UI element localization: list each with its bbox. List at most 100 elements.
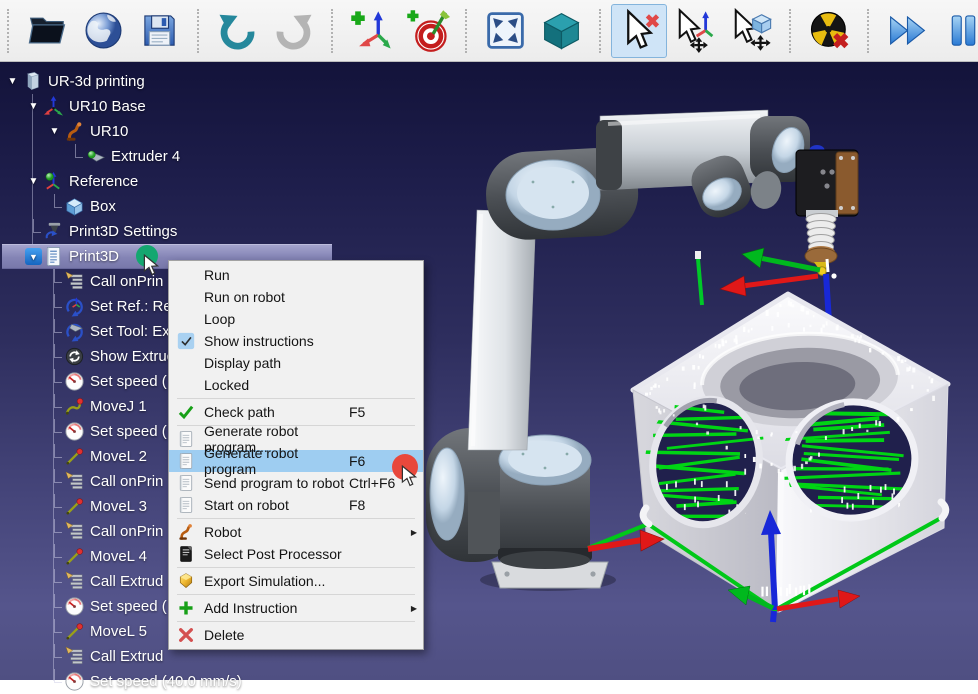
redo-icon (271, 8, 316, 53)
robot-lower-arm (468, 210, 536, 450)
menu-item-check-path[interactable]: Check pathF5 (169, 401, 423, 423)
checkmark-icon (173, 331, 199, 351)
tree-connector (67, 144, 84, 169)
tree-item-label: Set speed (40.0 mm/s) (90, 673, 242, 690)
corner-z-axis (771, 532, 775, 610)
tree-item-label: Call onPrin (90, 523, 163, 540)
menu-item-label: Export Simulation... (199, 573, 349, 589)
tree-item-label: UR10 Base (69, 98, 146, 115)
pause-button[interactable] (935, 4, 978, 58)
call-icon (64, 471, 85, 492)
tree-connector (46, 594, 63, 619)
toolbar-group-4 (460, 2, 594, 60)
tree-item-label: Set speed ( (90, 373, 167, 390)
expand-arrow-icon[interactable]: ▼ (25, 248, 42, 265)
tree-item-label: MoveJ 1 (90, 398, 147, 415)
expand-arrow-icon[interactable]: ▼ (46, 123, 63, 140)
menu-item-label: Loop (199, 311, 349, 327)
fast-forward-icon (885, 8, 930, 53)
redo-button[interactable] (265, 4, 321, 58)
menu-item-show-instructions[interactable]: Show instructions (169, 330, 423, 352)
globe-icon (81, 8, 126, 53)
isometric-view-icon (539, 8, 584, 53)
set-tool-icon (64, 321, 85, 342)
export-simulation-icon (173, 571, 199, 591)
folder-open-button[interactable] (19, 4, 75, 58)
speed-icon (64, 671, 85, 692)
menu-item-label: Check path (199, 404, 349, 420)
tree-connector (46, 419, 63, 444)
tree-item-set-speed-40-0-mm-s[interactable]: Set speed (40.0 mm/s) (0, 669, 345, 694)
no-icon (173, 265, 199, 285)
menu-item-delete[interactable]: Delete (169, 624, 423, 646)
mouse-cursor-icon (142, 254, 160, 281)
call-icon (64, 571, 85, 592)
move-reference-cursor-button[interactable] (667, 4, 723, 58)
main-toolbar (0, 0, 978, 62)
menu-shortcut: F8 (349, 497, 407, 513)
tree-item-ur10-base[interactable]: ▼ UR10 Base (0, 94, 345, 119)
tree-item-extruder-4[interactable]: Extruder 4 (0, 144, 345, 169)
tree-item-reference[interactable]: ▼Reference (0, 169, 345, 194)
folder-open-icon (25, 8, 70, 53)
collision-check-button[interactable] (801, 4, 857, 58)
tree-connector (46, 394, 63, 419)
menu-separator (177, 594, 415, 595)
select-cursor-button[interactable] (611, 4, 667, 58)
menu-item-generate-robot-program[interactable]: Generate robot programF6 (169, 450, 423, 472)
set-ref-icon (64, 296, 85, 317)
expand-arrow-icon[interactable]: ▼ (25, 173, 42, 190)
move-object-cursor-button[interactable] (723, 4, 779, 58)
save-button[interactable] (131, 4, 187, 58)
isometric-view-button[interactable] (533, 4, 589, 58)
program-icon (43, 246, 64, 267)
add-frame-button[interactable] (343, 4, 399, 58)
submenu-arrow-icon: ▶ (407, 528, 417, 537)
delete-icon (173, 625, 199, 645)
box-icon (64, 196, 85, 217)
menu-item-export-simulation[interactable]: Export Simulation... (169, 570, 423, 592)
tree-connector (46, 669, 63, 694)
speed-icon (64, 596, 85, 617)
speed-icon (64, 421, 85, 442)
globe-button[interactable] (75, 4, 131, 58)
tree-connector (46, 369, 63, 394)
menu-item-run-on-robot[interactable]: Run on robot (169, 286, 423, 308)
tree-item-ur10[interactable]: ▼ UR10 (0, 119, 345, 144)
menu-item-add-instruction[interactable]: Add Instruction▶ (169, 597, 423, 619)
menu-item-loop[interactable]: Loop (169, 308, 423, 330)
fast-forward-button[interactable] (879, 4, 935, 58)
undo-button[interactable] (209, 4, 265, 58)
context-menu: RunRun on robot Loop Show instructionsDisp… (168, 260, 424, 650)
menu-shortcut: F5 (349, 404, 407, 420)
menu-item-start-on-robot[interactable]: Start on robotF8 (169, 494, 423, 516)
add-target-button[interactable] (399, 4, 455, 58)
expand-arrow-icon[interactable]: ▼ (25, 98, 42, 115)
menu-item-robot[interactable]: Robot▶ (169, 521, 423, 543)
toolbar-group-2 (192, 2, 326, 60)
menu-item-run[interactable]: Run (169, 264, 423, 286)
submenu-arrow-icon: ▶ (407, 604, 417, 613)
tree-item-print3d-settings[interactable]: Print3D Settings (0, 219, 345, 244)
tree-item-label: Set speed ( (90, 423, 167, 440)
frame-ball-icon (43, 171, 64, 192)
expand-arrow-icon[interactable]: ▼ (4, 73, 21, 90)
tree-item-ur-3d-printing[interactable]: ▼ UR-3d printing (0, 69, 345, 94)
fit-view-button[interactable] (477, 4, 533, 58)
tree-item-label: UR10 (90, 123, 128, 140)
printed-cube (588, 294, 948, 612)
toolbar-handle (331, 9, 335, 53)
tree-item-box[interactable]: Box (0, 194, 345, 219)
movej-icon (64, 396, 85, 417)
tree-connector (46, 644, 63, 669)
tree-connector (46, 569, 63, 594)
tree-item-label: MoveL 2 (90, 448, 147, 465)
menu-item-display-path[interactable]: Display path (169, 352, 423, 374)
movel-icon (64, 496, 85, 517)
menu-item-select-post-processor[interactable]: Select Post Processor (169, 543, 423, 565)
tree-item-label: UR-3d printing (48, 73, 145, 90)
tree-item-label: MoveL 5 (90, 623, 147, 640)
menu-item-send-program-to-robot[interactable]: Send program to robotCtrl+F6 (169, 472, 423, 494)
menu-item-locked[interactable]: Locked (169, 374, 423, 396)
movel-icon (64, 621, 85, 642)
